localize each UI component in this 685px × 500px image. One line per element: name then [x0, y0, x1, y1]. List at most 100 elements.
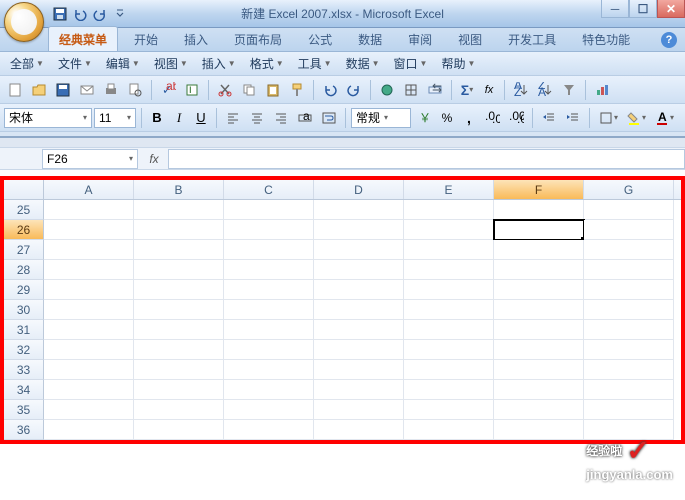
align-center-icon[interactable] — [246, 107, 268, 129]
autosum-icon[interactable]: Σ▾ — [457, 79, 477, 101]
row-header[interactable]: 27 — [4, 240, 44, 260]
cell[interactable] — [584, 380, 674, 400]
cell[interactable] — [44, 360, 134, 380]
bold-button[interactable]: B — [147, 107, 167, 129]
cell[interactable] — [134, 340, 224, 360]
wrap-text-icon[interactable] — [318, 107, 340, 129]
maximize-button[interactable]: ☐ — [629, 0, 657, 18]
cell[interactable] — [134, 220, 224, 240]
row-header[interactable]: 35 — [4, 400, 44, 420]
cell[interactable] — [134, 320, 224, 340]
column-header[interactable]: B — [134, 180, 224, 199]
column-header[interactable]: A — [44, 180, 134, 199]
redo-icon[interactable] — [343, 79, 365, 101]
row-header[interactable]: 36 — [4, 420, 44, 440]
help-icon[interactable]: ? — [661, 32, 677, 48]
comma-icon[interactable]: , — [459, 107, 479, 129]
cell[interactable] — [44, 380, 134, 400]
filter-icon[interactable] — [558, 79, 580, 101]
underline-button[interactable]: U — [191, 107, 211, 129]
menu-format[interactable]: 格式▼ — [244, 53, 290, 74]
percent-icon[interactable]: % — [437, 107, 457, 129]
hyperlink-icon[interactable] — [376, 79, 398, 101]
cell[interactable] — [584, 340, 674, 360]
cell[interactable] — [404, 340, 494, 360]
cell[interactable] — [134, 260, 224, 280]
cell[interactable] — [494, 340, 584, 360]
cell[interactable] — [494, 300, 584, 320]
cell[interactable] — [224, 380, 314, 400]
number-format-combo[interactable]: 常规▾ — [351, 108, 411, 128]
undo-icon[interactable] — [319, 79, 341, 101]
cell[interactable] — [314, 420, 404, 440]
cell[interactable] — [314, 380, 404, 400]
menu-data[interactable]: 数据▼ — [340, 53, 386, 74]
cell[interactable] — [314, 400, 404, 420]
cell[interactable] — [314, 360, 404, 380]
cell[interactable] — [224, 320, 314, 340]
borders-icon[interactable] — [400, 79, 422, 101]
cell[interactable] — [44, 200, 134, 220]
cell[interactable] — [44, 400, 134, 420]
row-header[interactable]: 31 — [4, 320, 44, 340]
merge-icon[interactable]: ⇆ — [424, 79, 446, 101]
redo-icon[interactable] — [92, 6, 108, 22]
cell[interactable] — [224, 220, 314, 240]
cell[interactable] — [134, 300, 224, 320]
cell[interactable] — [314, 320, 404, 340]
cell[interactable] — [44, 260, 134, 280]
row-header[interactable]: 29 — [4, 280, 44, 300]
cell[interactable] — [584, 320, 674, 340]
cut-icon[interactable] — [214, 79, 236, 101]
tab-view[interactable]: 视图 — [448, 27, 492, 51]
font-color-icon[interactable]: A▾ — [651, 107, 677, 129]
cell[interactable] — [44, 320, 134, 340]
save-icon[interactable] — [52, 79, 74, 101]
open-icon[interactable] — [28, 79, 50, 101]
cell[interactable] — [494, 420, 584, 440]
cell[interactable] — [584, 400, 674, 420]
tab-insert[interactable]: 插入 — [174, 27, 218, 51]
cell[interactable] — [224, 300, 314, 320]
column-header[interactable]: C — [224, 180, 314, 199]
cell[interactable] — [404, 280, 494, 300]
copy-icon[interactable] — [238, 79, 260, 101]
format-painter-icon[interactable] — [286, 79, 308, 101]
column-header[interactable]: G — [584, 180, 674, 199]
cell[interactable] — [404, 260, 494, 280]
align-right-icon[interactable] — [270, 107, 292, 129]
cell[interactable] — [584, 220, 674, 240]
tab-developer[interactable]: 开发工具 — [498, 27, 566, 51]
cell[interactable] — [44, 340, 134, 360]
tab-classic-menu[interactable]: 经典菜单 — [48, 26, 118, 51]
decrease-decimal-icon[interactable]: .00.0 — [505, 107, 527, 129]
cell[interactable] — [314, 220, 404, 240]
cell[interactable] — [134, 200, 224, 220]
cell[interactable] — [134, 400, 224, 420]
cell[interactable] — [44, 420, 134, 440]
italic-button[interactable]: I — [169, 107, 189, 129]
increase-indent-icon[interactable] — [562, 107, 584, 129]
paste-icon[interactable] — [262, 79, 284, 101]
fx-button[interactable]: fx — [144, 150, 164, 168]
font-name-combo[interactable]: 宋体▾ — [4, 108, 92, 128]
cell[interactable] — [134, 240, 224, 260]
cell[interactable] — [134, 360, 224, 380]
tab-data[interactable]: 数据 — [348, 27, 392, 51]
row-header[interactable]: 25 — [4, 200, 44, 220]
cell[interactable] — [314, 280, 404, 300]
cell[interactable] — [494, 280, 584, 300]
cell[interactable] — [584, 280, 674, 300]
sort-asc-icon[interactable]: AZ — [510, 79, 532, 101]
menu-edit[interactable]: 编辑▼ — [100, 53, 146, 74]
cell[interactable] — [44, 280, 134, 300]
sort-desc-icon[interactable]: ZA — [534, 79, 556, 101]
cell[interactable] — [134, 420, 224, 440]
cell[interactable] — [314, 240, 404, 260]
tab-formulas[interactable]: 公式 — [298, 27, 342, 51]
row-header[interactable]: 30 — [4, 300, 44, 320]
qat-dropdown-icon[interactable] — [112, 6, 128, 22]
cell[interactable] — [494, 380, 584, 400]
row-header[interactable]: 28 — [4, 260, 44, 280]
cell[interactable] — [44, 220, 134, 240]
